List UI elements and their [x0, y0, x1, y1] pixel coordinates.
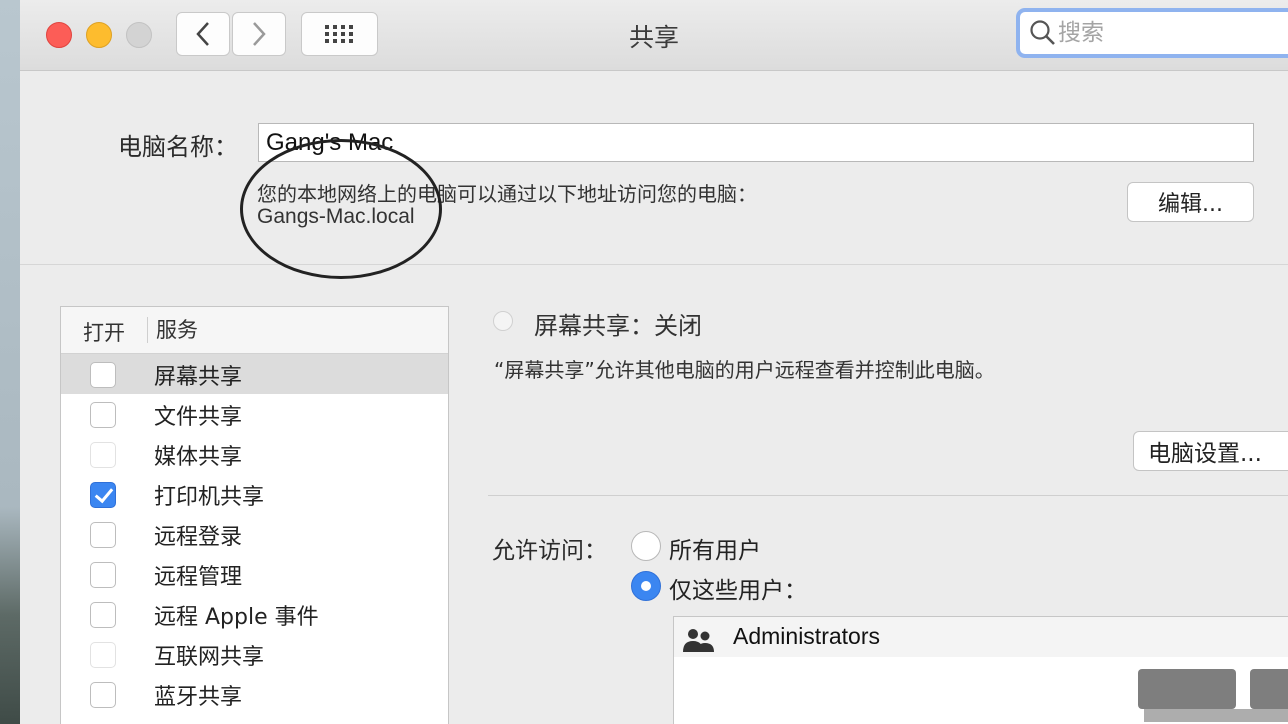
column-header-service[interactable]: 服务 [147, 317, 198, 343]
sharing-preferences-window: 共享 电脑名称： 您的本地网络上的电脑可以通过以下地址访问您的电脑： Gangs… [20, 0, 1288, 724]
service-row-remote-login[interactable]: 远程登录 [61, 514, 448, 554]
service-label: 屏幕共享 [154, 365, 243, 390]
service-row-remote-apple-events[interactable]: 远程 Apple 事件 [61, 594, 448, 634]
computer-name-field[interactable] [258, 123, 1254, 162]
group-icon [683, 629, 714, 652]
service-label: 互联网共享 [154, 645, 265, 670]
watermark: 知乎 @CHE [938, 658, 1118, 696]
only-these-users-label[interactable]: 仅这些用户： [669, 571, 807, 605]
computer-name-section: 电脑名称： 您的本地网络上的电脑可以通过以下地址访问您的电脑： Gangs-Ma… [20, 71, 1288, 279]
service-row-media-sharing[interactable]: 媒体共享 [61, 434, 448, 474]
service-row-printer-sharing[interactable]: 打印机共享 [61, 474, 448, 514]
search-field[interactable] [1016, 8, 1288, 58]
only-these-users-radio[interactable] [631, 571, 661, 601]
all-users-label[interactable]: 所有用户 [669, 531, 761, 565]
edit-hostname-button[interactable]: 编辑... [1127, 182, 1254, 222]
computer-name-label: 电脑名称： [118, 133, 238, 161]
logo-badge-icon [1138, 669, 1288, 722]
service-label: 蓝牙共享 [154, 685, 243, 710]
service-row-screen-sharing[interactable]: 屏幕共享 [61, 354, 448, 394]
titlebar: 共享 [20, 0, 1288, 71]
divider [488, 495, 1288, 496]
service-checkbox[interactable] [90, 562, 116, 588]
service-label: 文件共享 [154, 405, 243, 430]
search-input[interactable] [1056, 19, 1288, 47]
service-row-internet-sharing[interactable]: 互联网共享 [61, 634, 448, 674]
local-address-hint: 您的本地网络上的电脑可以通过以下地址访问您的电脑： [257, 182, 757, 206]
service-label: 打印机共享 [154, 485, 265, 510]
local-hostname: Gangs-Mac.local [257, 205, 415, 228]
computer-settings-button[interactable]: 电脑设置... [1133, 431, 1288, 471]
search-icon [1030, 20, 1055, 45]
services-list-header: 打开 服务 [61, 307, 448, 354]
service-row-bluetooth-sharing[interactable]: 蓝牙共享 [61, 674, 448, 714]
service-row-file-sharing[interactable]: 文件共享 [61, 394, 448, 434]
service-label: 远程 Apple 事件 [154, 605, 319, 630]
service-label: 远程登录 [154, 525, 243, 550]
service-checkbox[interactable] [90, 682, 116, 708]
service-checkbox-checked[interactable] [90, 482, 116, 508]
service-label: 媒体共享 [154, 445, 243, 470]
service-label: 远程管理 [154, 565, 243, 590]
allow-access-label: 允许访问： [492, 538, 607, 564]
status-indicator [493, 311, 513, 331]
service-checkbox[interactable] [90, 362, 116, 388]
service-checkbox[interactable] [90, 602, 116, 628]
user-list-item[interactable]: Administrators [674, 617, 1288, 657]
all-users-radio[interactable] [631, 531, 661, 561]
service-checkbox[interactable] [90, 442, 116, 468]
service-checkbox[interactable] [90, 642, 116, 668]
service-status: 屏幕共享：关闭 [534, 312, 702, 340]
service-checkbox[interactable] [90, 402, 116, 428]
service-row-remote-management[interactable]: 远程管理 [61, 554, 448, 594]
service-checkbox[interactable] [90, 522, 116, 548]
services-list: 打开 服务 屏幕共享 文件共享 媒体共享 打印机共享 远程登录 远程管理 远程 … [60, 306, 449, 724]
user-name: Administrators [733, 623, 880, 649]
service-description: “屏幕共享”允许其他电脑的用户远程查看并控制此电脑。 [494, 358, 995, 382]
column-header-open[interactable]: 打开 [83, 317, 125, 347]
desktop-background [0, 0, 20, 724]
